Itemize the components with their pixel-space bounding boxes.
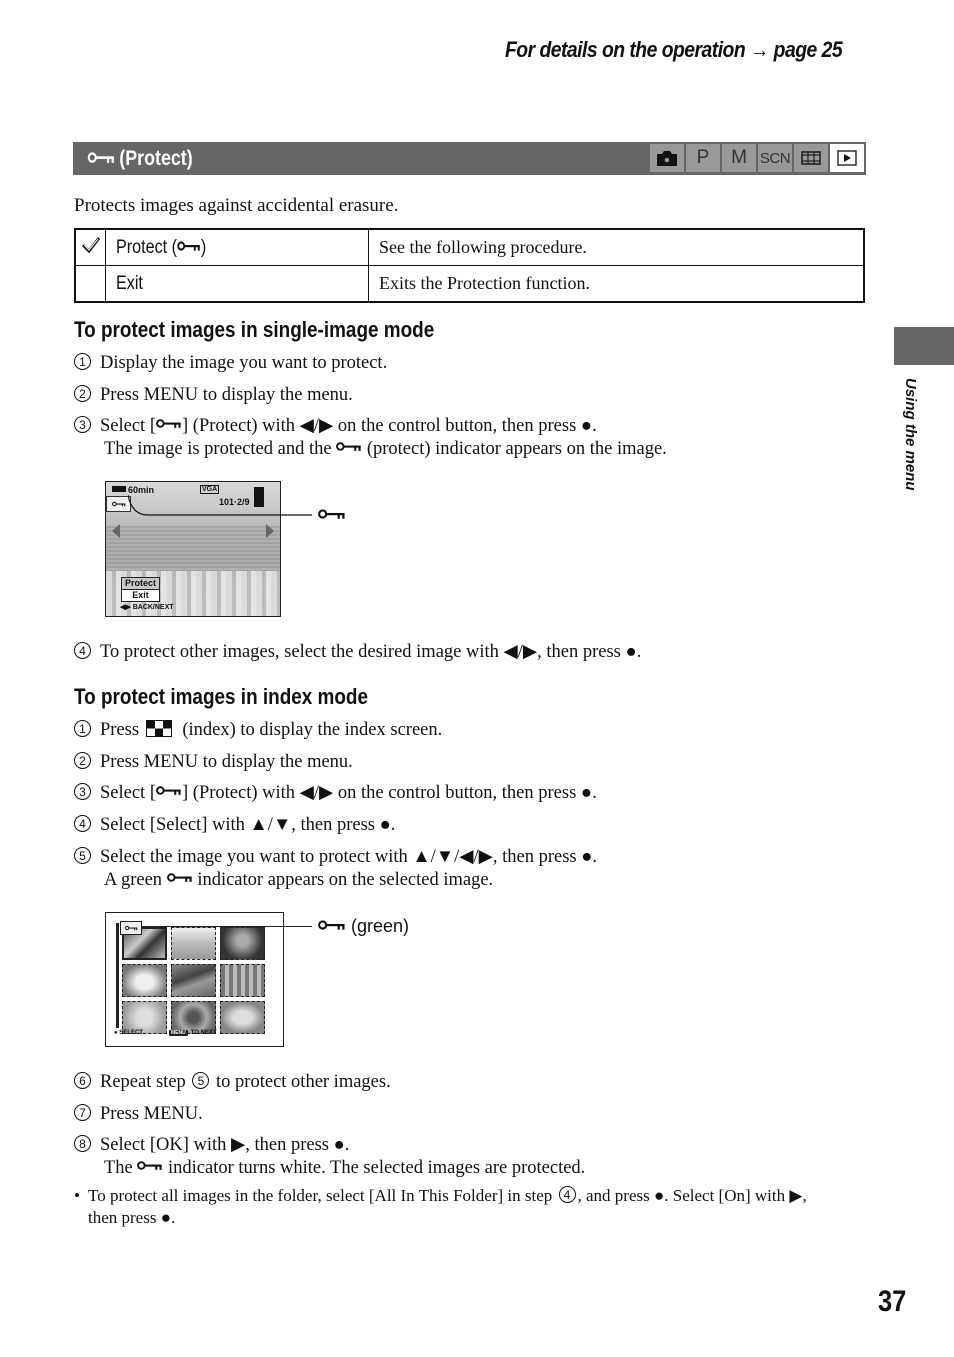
step-number: 4 bbox=[74, 642, 91, 659]
heading-single-mode: To protect images in single-image mode bbox=[74, 317, 435, 342]
thumbnail bbox=[171, 964, 216, 997]
page-reference: For details on the operation → page 25 bbox=[505, 37, 843, 62]
next-arrow-icon bbox=[266, 524, 274, 538]
note-bullet: • To protect all images in the folder, se… bbox=[74, 1186, 807, 1227]
step-number: 8 bbox=[74, 1135, 91, 1152]
step-number: 6 bbox=[74, 1072, 91, 1089]
step-item: 2 Press MENU to display the menu. bbox=[74, 751, 353, 774]
step-item: 3 Select [] (Protect) with ◀/▶ on the con… bbox=[74, 782, 597, 805]
step-number: 7 bbox=[74, 1104, 91, 1121]
camera-auto-icon bbox=[650, 144, 684, 172]
step-number: 5 bbox=[74, 847, 91, 864]
section-title-bar: (Protect) P M SCN bbox=[73, 142, 866, 175]
protect-key-icon bbox=[156, 785, 182, 796]
menu-item-protect: Protect bbox=[121, 577, 160, 590]
battery-icon bbox=[112, 486, 126, 492]
camera-screen-index: ● SELECT MENU TO NEXT bbox=[105, 912, 284, 1047]
option-label: Exit bbox=[105, 265, 369, 303]
protect-indicator bbox=[120, 921, 142, 935]
step-item: 1 Press (index) to display the index scre… bbox=[74, 719, 442, 742]
protect-key-icon bbox=[156, 418, 182, 429]
checkmark-icon bbox=[81, 237, 100, 254]
step-number: 4 bbox=[74, 815, 91, 832]
protect-key-icon bbox=[137, 1160, 163, 1171]
protect-key-icon bbox=[177, 240, 201, 252]
manual-icon: M bbox=[722, 144, 756, 172]
thumbnail bbox=[220, 927, 265, 960]
thumbnail bbox=[220, 1001, 265, 1034]
step-item: 7 Press MENU. bbox=[74, 1103, 203, 1126]
step-number: 3 bbox=[74, 783, 91, 800]
program-icon: P bbox=[686, 144, 720, 172]
side-tab-label: Using the menu bbox=[902, 378, 919, 491]
callout-line bbox=[128, 495, 312, 516]
default-check-cell bbox=[74, 228, 106, 266]
protect-key-icon bbox=[87, 151, 116, 164]
step-number: 2 bbox=[74, 752, 91, 769]
protect-key-icon bbox=[167, 872, 193, 883]
callout-green-label: (green) bbox=[318, 916, 409, 937]
step-number: 2 bbox=[74, 385, 91, 402]
step-number: 1 bbox=[74, 353, 91, 370]
page-number: 37 bbox=[878, 1285, 907, 1318]
table-row: Protect () See the following procedure. bbox=[74, 228, 865, 266]
protect-key-icon bbox=[318, 508, 346, 520]
step-item: 2 Press MENU to display the menu. bbox=[74, 384, 353, 407]
thumbnail-grid bbox=[122, 927, 265, 1034]
thumbnail bbox=[220, 964, 265, 997]
heading-index-mode: To protect images in index mode bbox=[74, 684, 369, 709]
step-number: 3 bbox=[74, 416, 91, 433]
movie-icon bbox=[794, 144, 828, 172]
step-item: 3 Select [] (Protect) with ◀/▶ on the con… bbox=[74, 415, 667, 461]
thumbnail bbox=[122, 964, 167, 997]
playback-icon bbox=[830, 144, 864, 172]
remaining-time: 60min bbox=[112, 485, 154, 495]
side-tab-marker bbox=[894, 327, 954, 365]
protect-menu: Protect Exit bbox=[121, 577, 160, 602]
image-size: VGA bbox=[200, 485, 220, 494]
step-number: 1 bbox=[74, 720, 91, 737]
section-title: (Protect) bbox=[87, 147, 193, 171]
index-icon bbox=[145, 720, 172, 737]
step-item: 4 To protect other images, select the des… bbox=[74, 641, 641, 664]
options-table: Protect () See the following procedure. … bbox=[74, 228, 865, 303]
scrollbar bbox=[116, 923, 119, 1028]
scene-icon: SCN bbox=[758, 144, 792, 172]
menu-button-icon: MENU bbox=[168, 1030, 188, 1036]
protect-key-icon bbox=[336, 441, 362, 452]
step-ref: 5 bbox=[192, 1072, 210, 1089]
thumbnail bbox=[171, 927, 216, 960]
callout-line bbox=[142, 926, 312, 927]
step-item: 1 Display the image you want to protect. bbox=[74, 352, 387, 375]
prev-arrow-icon bbox=[112, 524, 120, 538]
step-item: 8 Select [OK] with ▶, then press ●. The i… bbox=[74, 1134, 585, 1180]
protect-key-icon bbox=[318, 919, 346, 931]
menu-item-exit: Exit bbox=[121, 590, 160, 602]
step-item: 4 Select [Select] with ▲/▼, then press ●. bbox=[74, 814, 395, 837]
step-item: 5 Select the image you want to protect wi… bbox=[74, 846, 597, 892]
intro-text: Protects images against accidental erasu… bbox=[74, 195, 399, 216]
back-next-hint: ◀▶ BACK/NEXT bbox=[120, 604, 174, 611]
option-description: See the following procedure. bbox=[368, 228, 865, 266]
step-item: 6 Repeat step 5 to protect other images. bbox=[74, 1071, 391, 1094]
step-ref: 4 bbox=[558, 1186, 576, 1203]
index-footer: ● SELECT MENU TO NEXT bbox=[114, 1030, 217, 1036]
table-row: Exit Exits the Protection function. bbox=[74, 265, 865, 303]
option-label: Protect () bbox=[105, 228, 369, 266]
option-description: Exits the Protection function. bbox=[368, 265, 865, 303]
mode-icons: P M SCN bbox=[650, 144, 864, 172]
